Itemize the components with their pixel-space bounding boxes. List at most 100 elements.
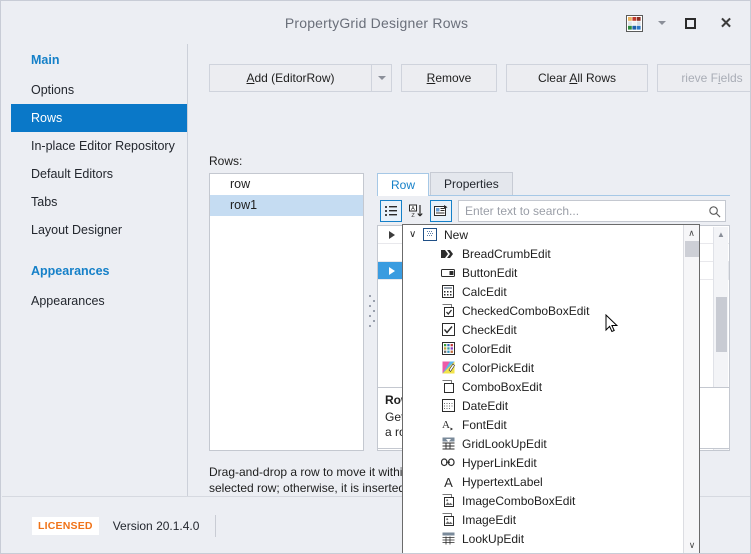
splitter-grip-icon — [369, 292, 375, 332]
dropdown-header-new[interactable]: ∨ New — [403, 225, 699, 244]
list-item-label: HypertextLabel — [462, 474, 543, 489]
image-icon — [441, 513, 455, 527]
sidebar-item-in-place-editor-repository[interactable]: In-place Editor Repository — [11, 132, 187, 160]
sidebar-item-options[interactable]: Options — [11, 76, 187, 104]
sidebar-group-main: Main — [31, 53, 60, 67]
list-item[interactable]: ImageComboBoxEdit — [403, 491, 699, 510]
list-item[interactable]: HyperLinkEdit — [403, 453, 699, 472]
list-item-label: GridLookUpEdit — [462, 436, 547, 451]
chevron-down-icon — [377, 76, 386, 80]
list-item[interactable]: DateEdit — [403, 396, 699, 415]
search-icon — [709, 205, 721, 217]
scrollbar-thumb[interactable] — [716, 297, 727, 352]
color-picker-icon — [441, 361, 455, 375]
list-item-label: CheckedComboBoxEdit — [462, 303, 590, 318]
skin-dropdown-button[interactable] — [653, 8, 671, 38]
scroll-up-icon[interactable]: ∧ — [684, 225, 699, 241]
list-item[interactable]: ColorEdit — [403, 339, 699, 358]
alphabetical-sort-icon[interactable]: A Z — [405, 200, 427, 222]
list-item[interactable]: MarqueeProgressBarControl — [403, 548, 699, 554]
svg-text:A: A — [411, 206, 415, 212]
list-item-label: ColorPickEdit — [462, 360, 535, 375]
tab-row[interactable]: Row — [377, 173, 430, 196]
status-separator — [215, 514, 217, 537]
list-item[interactable]: CheckedComboBoxEdit — [403, 301, 699, 320]
list-item-row1[interactable]: row1 — [210, 195, 363, 216]
sidebar-item-default-editors[interactable]: Default Editors — [11, 160, 187, 188]
remove-button-label-rest: emove — [435, 71, 472, 85]
rows-toolbar: Add (EditorRow) Remove Clear All Rows ri… — [209, 64, 750, 92]
propertygrid-designer-window: PropertyGrid Designer Rows ✕ Main Option… — [0, 0, 751, 554]
list-item-label: ColorEdit — [462, 341, 512, 356]
progressbar-icon — [441, 551, 455, 554]
rows-listbox[interactable]: row row1 — [209, 173, 364, 451]
list-item-row[interactable]: row — [210, 174, 363, 195]
maximize-icon — [684, 17, 696, 29]
list-item-label: ImageComboBoxEdit — [462, 493, 576, 508]
add-dropdown-button[interactable] — [371, 64, 392, 92]
svg-text:Z: Z — [411, 213, 415, 219]
search-box[interactable] — [458, 200, 726, 222]
sidebar-item-layout-designer[interactable]: Layout Designer — [11, 216, 187, 244]
scrollbar-thumb[interactable] — [685, 241, 699, 257]
clear-button-label-rest: ll Rows — [577, 71, 617, 85]
scroll-down-icon[interactable]: ∨ — [684, 537, 699, 553]
list-item-label: HyperLinkEdit — [462, 455, 537, 470]
property-pages-icon[interactable] — [430, 200, 452, 222]
list-item[interactable]: ComboBoxEdit — [403, 377, 699, 396]
rowedit-editor-dropdown[interactable]: ∨ New BreadCrumbEdit ButtonEdit CalcEdit… — [402, 224, 700, 554]
list-item[interactable]: A HypertextLabel — [403, 472, 699, 491]
list-item[interactable]: GridLookUpEdit — [403, 434, 699, 453]
new-item-icon — [423, 228, 437, 242]
combobox-icon — [441, 380, 455, 394]
calculator-icon — [441, 285, 455, 299]
list-item-label: DateEdit — [462, 398, 509, 413]
maximize-button[interactable] — [673, 8, 707, 38]
sidebar-item-appearances[interactable]: Appearances — [11, 287, 187, 315]
list-item[interactable]: CheckEdit — [403, 320, 699, 339]
list-item[interactable]: LookUpEdit — [403, 529, 699, 548]
add-button-label-rest: dd (EditorRow) — [254, 71, 335, 85]
search-input[interactable] — [463, 203, 708, 219]
window-controls: ✕ — [617, 2, 743, 44]
checkbox-icon — [441, 323, 455, 337]
clear-all-rows-button[interactable]: Clear All Rows — [506, 64, 648, 92]
skin-palette-icon — [625, 14, 643, 32]
list-item-label: MarqueeProgressBarControl — [462, 551, 615, 554]
add-editorrow-button[interactable]: Add (EditorRow) — [209, 64, 371, 92]
calendar-icon — [441, 399, 455, 413]
list-item[interactable]: A FontEdit — [403, 415, 699, 434]
window-title: PropertyGrid Designer Rows — [284, 15, 469, 31]
breadcrumb-icon — [441, 247, 455, 261]
list-item[interactable]: ButtonEdit — [403, 263, 699, 282]
list-item-label: FontEdit — [462, 417, 507, 432]
retrieve-fields-button[interactable]: rieve Fields — [657, 64, 750, 92]
remove-button[interactable]: Remove — [401, 64, 497, 92]
list-item[interactable]: BreadCrumbEdit — [403, 244, 699, 263]
license-badge: LICENSED — [32, 516, 99, 535]
color-grid-icon — [441, 342, 455, 356]
list-item[interactable]: ImageEdit — [403, 510, 699, 529]
sidebar-item-tabs[interactable]: Tabs — [11, 188, 187, 216]
dropdown-scrollbar[interactable]: ∧ ∨ — [683, 225, 699, 553]
chevron-right-icon — [388, 230, 395, 239]
sidebar-item-rows[interactable]: Rows — [11, 104, 187, 132]
tab-properties[interactable]: Properties — [430, 172, 513, 195]
scroll-up-icon[interactable]: ▲ — [714, 227, 728, 242]
skin-selector-button[interactable] — [617, 8, 651, 38]
close-button[interactable]: ✕ — [709, 8, 743, 38]
list-item-label: BreadCrumbEdit — [462, 246, 551, 261]
link-icon — [441, 456, 455, 470]
close-icon: ✕ — [719, 14, 733, 32]
image-combobox-icon — [441, 494, 455, 508]
lookup-icon — [441, 532, 455, 546]
title-bar: PropertyGrid Designer Rows ✕ — [2, 2, 750, 44]
svg-text:A: A — [442, 419, 450, 431]
categorized-icon[interactable] — [380, 200, 402, 222]
list-item[interactable]: CalcEdit — [403, 282, 699, 301]
chevron-down-icon — [658, 21, 666, 25]
list-item[interactable]: ColorPickEdit — [403, 358, 699, 377]
panel-splitter[interactable] — [367, 173, 377, 451]
sidebar: Main Options Rows In-place Editor Reposi… — [11, 44, 188, 496]
svg-text:A: A — [444, 475, 453, 488]
